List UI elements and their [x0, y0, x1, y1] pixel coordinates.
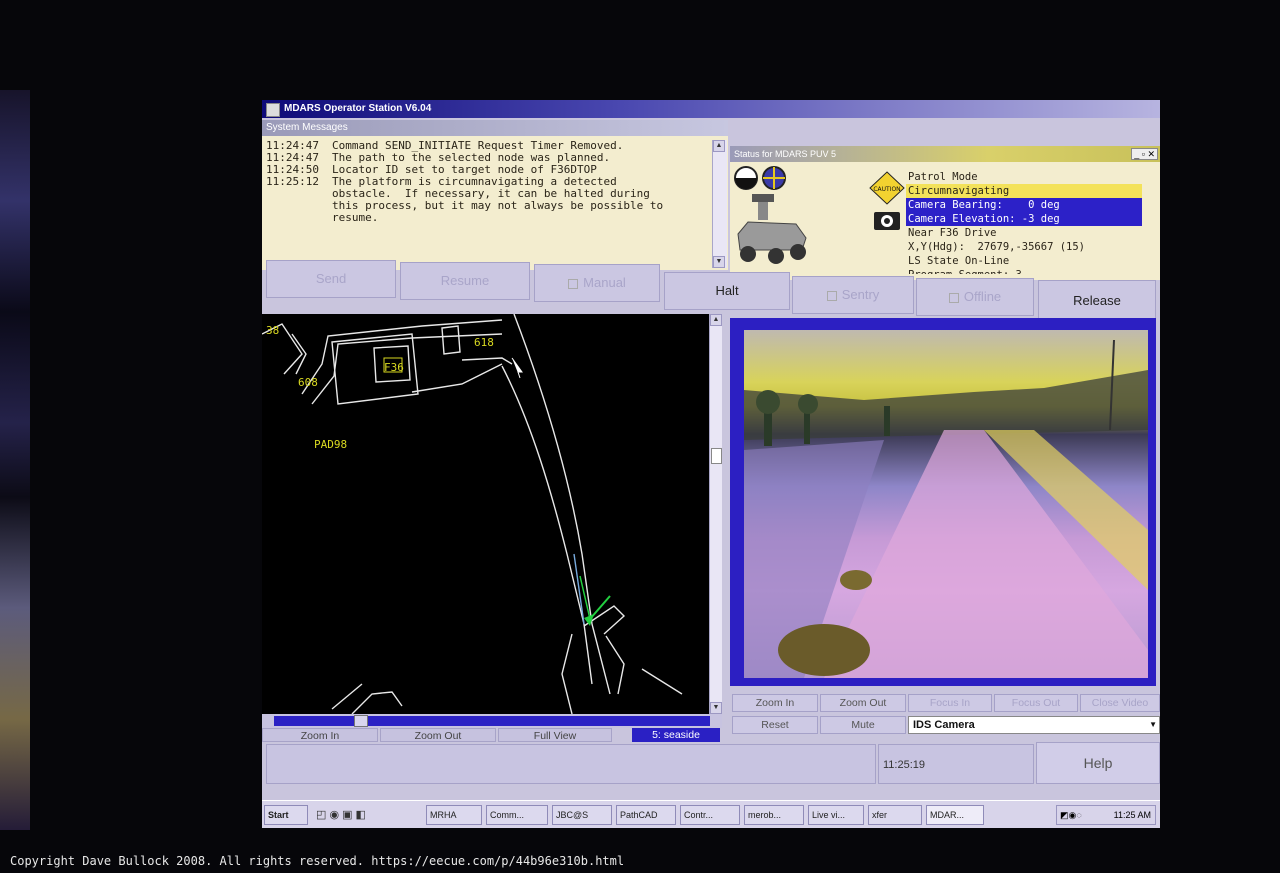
- caution-label: CAUTION: [873, 186, 900, 193]
- map-full-view-button[interactable]: Full View: [498, 728, 612, 742]
- camera-video-feed[interactable]: [744, 330, 1148, 678]
- resume-button[interactable]: Resume: [400, 262, 530, 300]
- start-button[interactable]: Start: [264, 805, 308, 825]
- system-messages-title: System Messages: [262, 120, 728, 136]
- status-line: X,Y(Hdg): 27679,-35667 (15): [908, 241, 1086, 253]
- map-scroll-thumb[interactable]: [711, 448, 722, 464]
- system-tray: ◩◉◌ 11:25 AM: [1056, 805, 1156, 825]
- robot-vehicle-icon: [737, 194, 807, 264]
- window-controls[interactable]: _ ▫ ✕: [1131, 148, 1158, 160]
- scroll-down-icon[interactable]: ▼: [713, 256, 725, 268]
- caution-camera-icon: CAUTION: [869, 171, 905, 230]
- offline-checkbox[interactable]: Offline: [916, 278, 1034, 316]
- map-zoom-out-button[interactable]: Zoom Out: [380, 728, 496, 742]
- release-button[interactable]: Release: [1038, 280, 1156, 322]
- scroll-down-icon[interactable]: ▼: [710, 702, 722, 714]
- taskbar-item[interactable]: xfer: [868, 805, 922, 825]
- camera-frame: [730, 318, 1156, 686]
- status-line: Patrol Mode: [908, 171, 978, 183]
- message-time: 11:25:12: [266, 175, 319, 188]
- camera-source-value: IDS Camera: [913, 719, 975, 731]
- copyright-notice: Copyright Dave Bullock 2008. All rights …: [10, 854, 625, 868]
- taskbar-item[interactable]: MRHA: [426, 805, 482, 825]
- status-line-selected: Camera Bearing: 0 deg: [906, 198, 1142, 212]
- map-canvas[interactable]: F36 618 608 PAD98 38: [262, 314, 709, 714]
- chevron-down-icon[interactable]: ▼: [1149, 717, 1157, 733]
- map-label-f36: F36: [384, 361, 404, 374]
- taskbar-item[interactable]: Contr...: [680, 805, 740, 825]
- sentry-label: Sentry: [841, 287, 880, 302]
- camera-focus-out-button[interactable]: Focus Out: [994, 694, 1078, 712]
- map-label-608: 608: [298, 376, 318, 389]
- taskbar-item[interactable]: PathCAD: [616, 805, 676, 825]
- map-zoom-in-button[interactable]: Zoom In: [262, 728, 378, 742]
- system-messages-panel: System Messages 11:24:47 Command SEND_INI…: [262, 120, 728, 270]
- close-video-button[interactable]: Close Video: [1080, 694, 1160, 712]
- status-line: Near F36 Drive: [908, 227, 997, 239]
- scroll-up-icon[interactable]: ▲: [713, 140, 725, 152]
- taskbar-item[interactable]: JBC@S: [552, 805, 612, 825]
- windows-taskbar: Start ◰ ◉ ▣ ◧ MRHA Comm... JBC@S PathCAD…: [262, 800, 1160, 828]
- status-title: Status for MDARS PUV 5: [730, 146, 1160, 162]
- map-label-pad98: PAD98: [314, 438, 347, 451]
- status-line-highlight: Circumnavigating: [906, 184, 1142, 198]
- status-line: Program Segment: 3: [906, 268, 1142, 274]
- scroll-up-icon[interactable]: ▲: [710, 314, 722, 326]
- monitor-screen: MDARS Operator Station V6.04 System Mess…: [262, 100, 1160, 828]
- taskbar-item[interactable]: Comm...: [486, 805, 548, 825]
- taskbar-item[interactable]: Live vi...: [808, 805, 864, 825]
- map-hscroll-track[interactable]: [274, 716, 710, 726]
- camera-mute-button[interactable]: Mute: [820, 716, 906, 734]
- system-messages-list: 11:24:47 Command SEND_INITIATE Request Ti…: [266, 140, 706, 224]
- map-vertical-scrollbar[interactable]: ▲ ▼: [709, 314, 722, 714]
- taskbar-item[interactable]: merob...: [744, 805, 804, 825]
- app-title: MDARS Operator Station V6.04: [284, 103, 432, 114]
- help-button[interactable]: Help: [1036, 742, 1160, 784]
- camera-focus-in-button[interactable]: Focus In: [908, 694, 992, 712]
- status-line-selected: Camera Elevation: -3 deg: [906, 212, 1142, 226]
- camera-scene: [744, 339, 1148, 678]
- camera-zoom-in-button[interactable]: Zoom In: [732, 694, 818, 712]
- current-time-field: 11:25:19: [878, 744, 1034, 784]
- send-button[interactable]: Send: [266, 260, 396, 298]
- status-panel: Status for MDARS PUV 5 _ ▫ ✕ CAUTION Pat…: [730, 146, 1160, 280]
- map-panel[interactable]: F36 618 608 PAD98 38 ▲ ▼: [262, 314, 722, 714]
- status-line: LS State On-Line: [908, 255, 1010, 267]
- message-input-strip[interactable]: [266, 744, 876, 784]
- map-label-618: 618: [474, 336, 494, 349]
- camera-reset-button[interactable]: Reset: [732, 716, 818, 734]
- mouse-cursor-icon: [511, 357, 523, 379]
- app-titlebar: MDARS Operator Station V6.04: [262, 100, 1160, 118]
- map-hscroll-thumb[interactable]: [354, 715, 368, 727]
- tray-clock: 11:25 AM: [1113, 810, 1151, 820]
- quick-launch-icons[interactable]: ◰ ◉ ▣ ◧: [316, 806, 416, 824]
- attitude-indicators-icon: [734, 166, 786, 190]
- map-site-indicator: 5: seaside: [632, 728, 720, 742]
- taskbar-item-active[interactable]: MDAR...: [926, 805, 984, 825]
- message-row: 11:25:12 The platform is circumnavigating…: [266, 176, 706, 224]
- map-horizontal-scrollbar[interactable]: [262, 714, 722, 728]
- manual-checkbox[interactable]: Manual: [534, 264, 660, 302]
- background-edge-strip: [0, 90, 30, 830]
- manual-label: Manual: [583, 275, 626, 290]
- message-text: The platform is circumnavigating a detec…: [332, 175, 664, 224]
- messages-scrollbar[interactable]: ▲ ▼: [712, 140, 727, 268]
- camera-source-select[interactable]: IDS Camera ▼: [908, 716, 1160, 734]
- status-lines: Patrol Mode Circumnavigating Camera Bear…: [906, 170, 1142, 274]
- map-label-38: 38: [266, 324, 279, 337]
- app-icon: [266, 103, 280, 117]
- camera-zoom-out-button[interactable]: Zoom Out: [820, 694, 906, 712]
- offline-label: Offline: [963, 289, 1002, 304]
- sentry-checkbox[interactable]: Sentry: [792, 276, 914, 314]
- offline-check-icon[interactable]: [948, 292, 959, 303]
- sentry-check-icon[interactable]: [826, 290, 837, 301]
- manual-check-icon[interactable]: [568, 278, 579, 289]
- halt-button[interactable]: Halt: [664, 272, 790, 310]
- tray-icons[interactable]: ◩◉◌: [1057, 806, 1082, 824]
